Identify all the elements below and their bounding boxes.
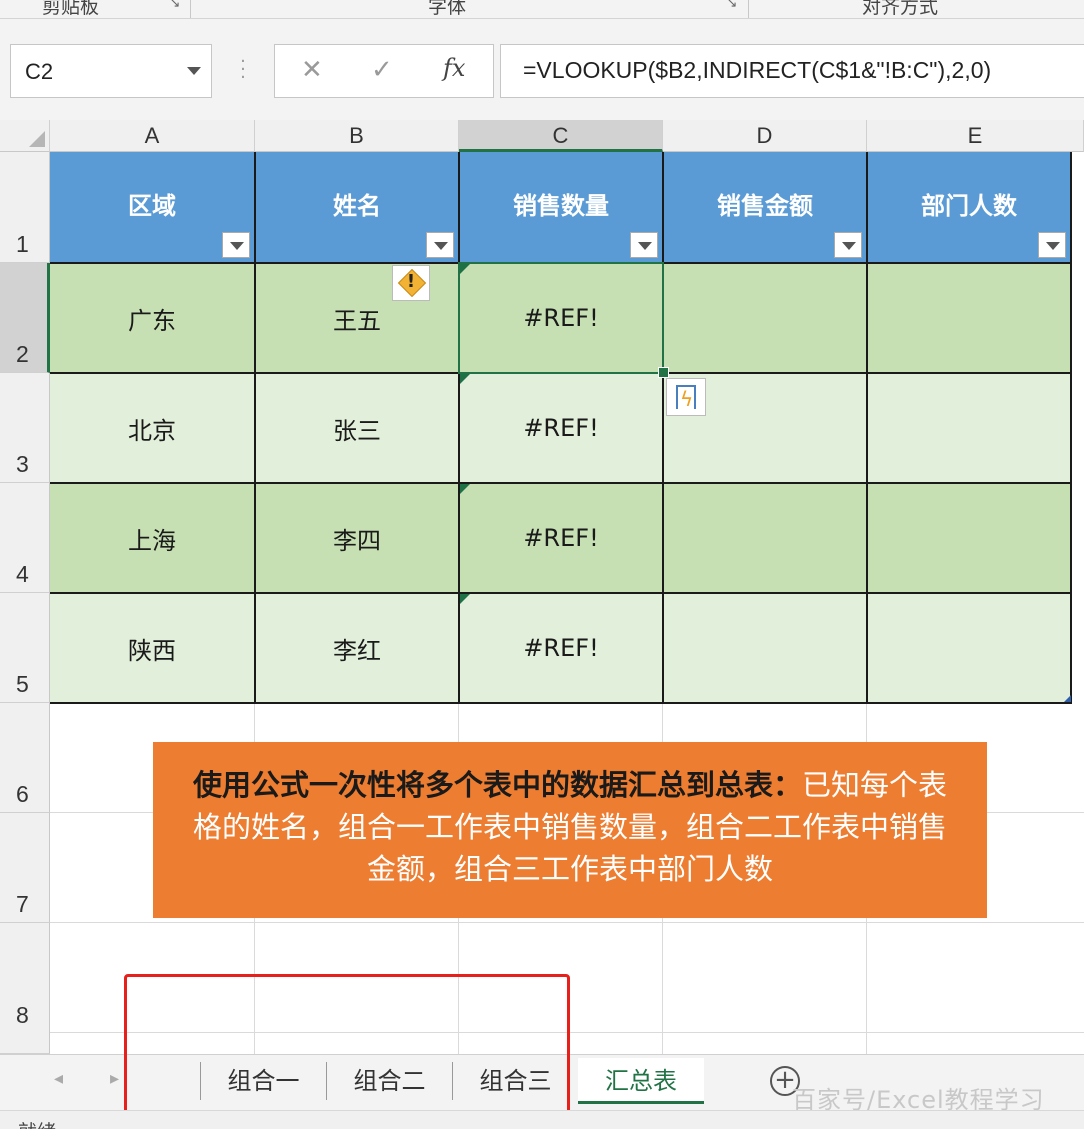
ribbon-separator	[190, 0, 191, 18]
filter-dropdown-icon[interactable]	[630, 232, 658, 258]
table-cell[interactable]: #REF!	[460, 594, 664, 704]
header-label-headcount: 部门人数	[921, 191, 1017, 220]
callout-bold-text: 使用公式一次性将多个表中的数据汇总到总表：	[192, 768, 802, 802]
clipboard-launcher-icon[interactable]: ↘	[168, 0, 182, 11]
table-header-cell[interactable]: 销售金额	[664, 152, 868, 264]
filter-dropdown-icon[interactable]	[222, 232, 250, 258]
table-cell[interactable]: 李四	[256, 484, 460, 594]
table-cell[interactable]	[868, 374, 1072, 484]
font-launcher-icon[interactable]: ↘	[725, 0, 739, 11]
table-cell[interactable]: 北京	[50, 374, 256, 484]
row-header-4[interactable]: 4	[0, 483, 50, 593]
highlight-box	[124, 974, 570, 1114]
error-indicator	[460, 374, 470, 384]
ribbon-separator	[748, 0, 749, 18]
table-cell[interactable]	[868, 594, 1072, 704]
header-label-amount: 销售金额	[717, 191, 813, 220]
drag-handle-icon[interactable]: · · ·	[238, 53, 248, 87]
table-header-cell[interactable]: 部门人数	[868, 152, 1072, 264]
header-label-name: 姓名	[333, 191, 381, 220]
status-text: 就绪	[18, 1117, 56, 1129]
table-cell[interactable]: 广东	[50, 264, 256, 374]
name-box[interactable]: C2	[10, 44, 212, 98]
table-cell[interactable]: 李红	[256, 594, 460, 704]
enter-icon[interactable]: ✓	[371, 55, 393, 85]
instruction-callout: 使用公式一次性将多个表中的数据汇总到总表：已知每个表格的姓名，组合一工作表中销售…	[153, 742, 987, 918]
column-header-a[interactable]: A	[50, 120, 255, 152]
table-cell[interactable]: 张三	[256, 374, 460, 484]
table-header-cell[interactable]: 销售数量	[460, 152, 664, 264]
header-label-quantity: 销售数量	[513, 191, 609, 220]
insert-function-icon[interactable]: fx	[443, 54, 465, 82]
error-indicator	[460, 484, 470, 494]
ribbon-group-alignment: 对齐方式	[862, 0, 939, 18]
ribbon-group-clipboard: 剪贴板	[42, 0, 100, 18]
status-bar: 就绪	[0, 1110, 1084, 1129]
table-header-cell[interactable]: 姓名	[256, 152, 460, 264]
active-cell-border	[458, 262, 664, 374]
table-cell[interactable]: 上海	[50, 484, 256, 594]
filter-dropdown-icon[interactable]	[426, 232, 454, 258]
scroll-left-icon[interactable]: ◂	[54, 1068, 63, 1089]
filter-dropdown-icon[interactable]	[834, 232, 862, 258]
warning-icon[interactable]: !	[392, 265, 430, 301]
table-header-cell[interactable]: 区域	[50, 152, 256, 264]
cell-value: #REF!	[523, 524, 599, 552]
chevron-down-icon[interactable]	[187, 67, 201, 75]
formula-input[interactable]: =VLOOKUP($B2,INDIRECT(C$1&"!B:C"),2,0)	[500, 44, 1084, 98]
table-cell[interactable]: 陕西	[50, 594, 256, 704]
row-header-2[interactable]: 2	[0, 263, 50, 373]
error-indicator	[460, 594, 470, 604]
column-header-e[interactable]: E	[867, 120, 1084, 152]
cell-value: #REF!	[523, 634, 599, 662]
table-cell[interactable]: #REF!	[460, 374, 664, 484]
column-header-c[interactable]: C	[459, 120, 663, 152]
row-header-8[interactable]: 8	[0, 923, 50, 1054]
header-label-region: 区域	[128, 191, 176, 220]
ribbon-group-bar: 剪贴板 ↘ 字体 ↘ 对齐方式	[0, 0, 1084, 19]
table-cell[interactable]	[868, 264, 1072, 374]
name-box-value: C2	[25, 59, 54, 84]
row-header-6[interactable]: 6	[0, 703, 50, 813]
table-cell[interactable]	[868, 484, 1072, 594]
formula-text: =VLOOKUP($B2,INDIRECT(C$1&"!B:C"),2,0)	[523, 57, 992, 83]
table-cell[interactable]	[664, 264, 868, 374]
row-header-1[interactable]: 1	[0, 152, 50, 263]
cancel-icon[interactable]: ✕	[301, 55, 323, 85]
column-header-b[interactable]: B	[255, 120, 459, 152]
flash-fill-icon[interactable]: ϟ	[666, 378, 706, 416]
gridline	[50, 922, 1084, 923]
table-cell[interactable]: #REF!	[460, 484, 664, 594]
row-header-7[interactable]: 7	[0, 813, 50, 923]
table-cell[interactable]	[664, 594, 868, 704]
column-header-d[interactable]: D	[663, 120, 867, 152]
scroll-right-icon[interactable]: ▸	[110, 1068, 119, 1089]
cell-value: #REF!	[523, 414, 599, 442]
filter-dropdown-icon[interactable]	[1038, 232, 1066, 258]
row-header-3[interactable]: 3	[0, 373, 50, 483]
fill-handle[interactable]	[658, 367, 669, 378]
tab-summary[interactable]: 汇总表	[578, 1058, 704, 1104]
select-all-button[interactable]	[0, 120, 50, 152]
row-header-5[interactable]: 5	[0, 593, 50, 703]
formula-buttons: ✕ ✓ fx	[274, 44, 494, 98]
table-cell[interactable]	[664, 484, 868, 594]
table-resize-handle[interactable]	[1064, 695, 1071, 702]
ribbon-group-font: 字体	[428, 0, 467, 18]
